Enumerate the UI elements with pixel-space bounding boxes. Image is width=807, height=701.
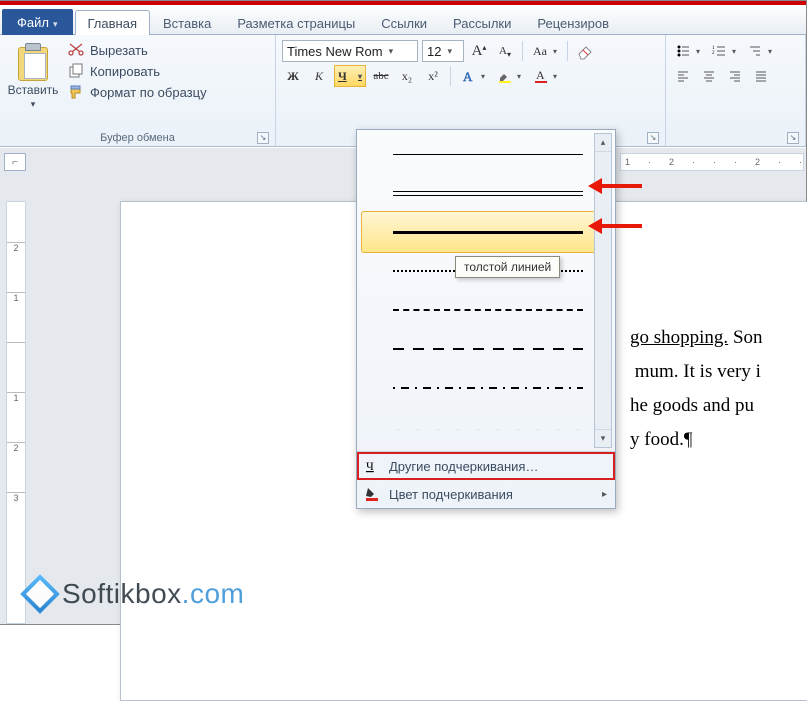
paste-dropdown-icon[interactable]: ▾ bbox=[31, 99, 36, 110]
watermark: Softikbox.com bbox=[26, 578, 244, 610]
tab-home[interactable]: Главная bbox=[75, 10, 150, 35]
brush-icon bbox=[67, 84, 85, 100]
svg-text:2: 2 bbox=[712, 51, 715, 56]
paste-icon bbox=[16, 43, 50, 81]
document-text[interactable]: go shopping. Son mum. It is very i he go… bbox=[630, 321, 800, 457]
svg-text:Ч: Ч bbox=[366, 459, 374, 473]
underline-dot-dash[interactable] bbox=[387, 369, 589, 407]
underline-thick[interactable] bbox=[387, 213, 589, 251]
paste-label: Вставить bbox=[8, 83, 59, 97]
shrink-font-button[interactable]: A▾ bbox=[494, 40, 516, 62]
change-case-button[interactable]: Aa▾ bbox=[529, 40, 561, 62]
annotation-arrow-1 bbox=[594, 184, 642, 188]
group-clipboard-label: Буфер обмена bbox=[100, 132, 175, 144]
underline-button[interactable]: Ч▾ bbox=[334, 65, 366, 87]
underline-dropdown: ▴ ▾ Ч Другие подчеркивания… Цвет подчерк… bbox=[356, 129, 616, 509]
svg-text:A: A bbox=[536, 68, 545, 82]
group-paragraph: ▾ 12▾ ▾ ↘ bbox=[666, 35, 806, 146]
chevron-right-icon: ▸ bbox=[602, 489, 607, 500]
scroll-up-icon[interactable]: ▴ bbox=[595, 134, 611, 152]
font-launcher-icon[interactable]: ↘ bbox=[647, 132, 659, 144]
highlight-button[interactable]: ▾ bbox=[493, 65, 525, 87]
subscript-button[interactable]: x₂ bbox=[396, 65, 418, 87]
clipboard-launcher-icon[interactable]: ↘ bbox=[257, 132, 269, 144]
clear-formatting-button[interactable] bbox=[574, 40, 596, 62]
more-underlines-button[interactable]: Ч Другие подчеркивания… bbox=[357, 452, 615, 480]
text-effects-button[interactable]: A▾ bbox=[457, 65, 489, 87]
svg-text:A: A bbox=[463, 69, 473, 84]
format-painter-button[interactable]: Формат по образцу bbox=[64, 83, 210, 101]
font-name-combo[interactable]: Times New Rom ▾ bbox=[282, 40, 418, 62]
tab-references[interactable]: Ссылки bbox=[368, 10, 440, 35]
bullets-button[interactable]: ▾ bbox=[672, 40, 704, 62]
scroll-down-icon[interactable]: ▾ bbox=[595, 429, 611, 447]
align-left-button[interactable] bbox=[672, 65, 694, 87]
font-size-value: 12 bbox=[427, 44, 441, 59]
underline-color-icon bbox=[363, 485, 381, 503]
chevron-down-icon: ▾ bbox=[389, 46, 394, 57]
underline-long-dashed[interactable] bbox=[387, 330, 589, 368]
underline-color-label: Цвет подчеркивания bbox=[389, 487, 513, 502]
underline-tooltip: толстой линией bbox=[455, 256, 560, 278]
cut-button[interactable]: Вырезать bbox=[64, 41, 210, 59]
underline-wavy[interactable] bbox=[387, 408, 589, 446]
tab-mailings[interactable]: Рассылки bbox=[440, 10, 524, 35]
align-center-button[interactable] bbox=[698, 65, 720, 87]
italic-button[interactable]: К bbox=[308, 65, 330, 87]
copy-icon bbox=[67, 63, 85, 79]
ruler-corner[interactable]: ⌐ bbox=[4, 153, 26, 171]
underline-double[interactable] bbox=[387, 174, 589, 212]
group-clipboard: Вставить ▾ Вырезать Копировать bbox=[0, 35, 276, 146]
paragraph-launcher-icon[interactable]: ↘ bbox=[787, 132, 799, 144]
underline-more-icon: Ч bbox=[363, 457, 381, 475]
multilevel-button[interactable]: ▾ bbox=[744, 40, 776, 62]
superscript-button[interactable]: x² bbox=[422, 65, 444, 87]
align-justify-button[interactable] bbox=[750, 65, 772, 87]
numbering-button[interactable]: 12▾ bbox=[708, 40, 740, 62]
underline-single[interactable] bbox=[387, 135, 589, 173]
underline-dashed[interactable] bbox=[387, 291, 589, 329]
format-painter-label: Формат по образцу bbox=[90, 85, 207, 100]
underline-color-button[interactable]: Цвет подчеркивания ▸ bbox=[357, 480, 615, 508]
bold-button[interactable]: Ж bbox=[282, 65, 304, 87]
font-color-button[interactable]: A▾ bbox=[529, 65, 561, 87]
tab-review[interactable]: Рецензиров bbox=[524, 10, 622, 35]
horizontal-ruler[interactable]: 1·2···2···3···4 bbox=[620, 153, 804, 171]
tab-file[interactable]: Файл bbox=[2, 9, 73, 35]
font-name-value: Times New Rom bbox=[287, 44, 383, 59]
paste-button[interactable]: Вставить ▾ bbox=[6, 37, 60, 110]
strike-button[interactable]: abc bbox=[370, 65, 392, 87]
tab-insert[interactable]: Вставка bbox=[150, 10, 224, 35]
align-right-button[interactable] bbox=[724, 65, 746, 87]
tab-layout[interactable]: Разметка страницы bbox=[224, 10, 368, 35]
copy-label: Копировать bbox=[90, 64, 160, 79]
chevron-down-icon: ▾ bbox=[447, 46, 452, 57]
ribbon-tabs: Файл Главная Вставка Разметка страницы С… bbox=[0, 5, 806, 35]
cut-label: Вырезать bbox=[90, 43, 148, 58]
annotation-arrow-2 bbox=[594, 224, 642, 228]
copy-button[interactable]: Копировать bbox=[64, 62, 210, 80]
scissors-icon bbox=[67, 42, 85, 58]
font-size-combo[interactable]: 12 ▾ bbox=[422, 40, 464, 62]
eraser-icon bbox=[576, 42, 594, 60]
softikbox-logo-icon bbox=[26, 580, 54, 608]
vertical-ruler[interactable]: 2 1 1 2 3 bbox=[6, 201, 26, 624]
more-underlines-label: Другие подчеркивания… bbox=[389, 459, 538, 474]
grow-font-button[interactable]: A▴ bbox=[468, 40, 490, 62]
